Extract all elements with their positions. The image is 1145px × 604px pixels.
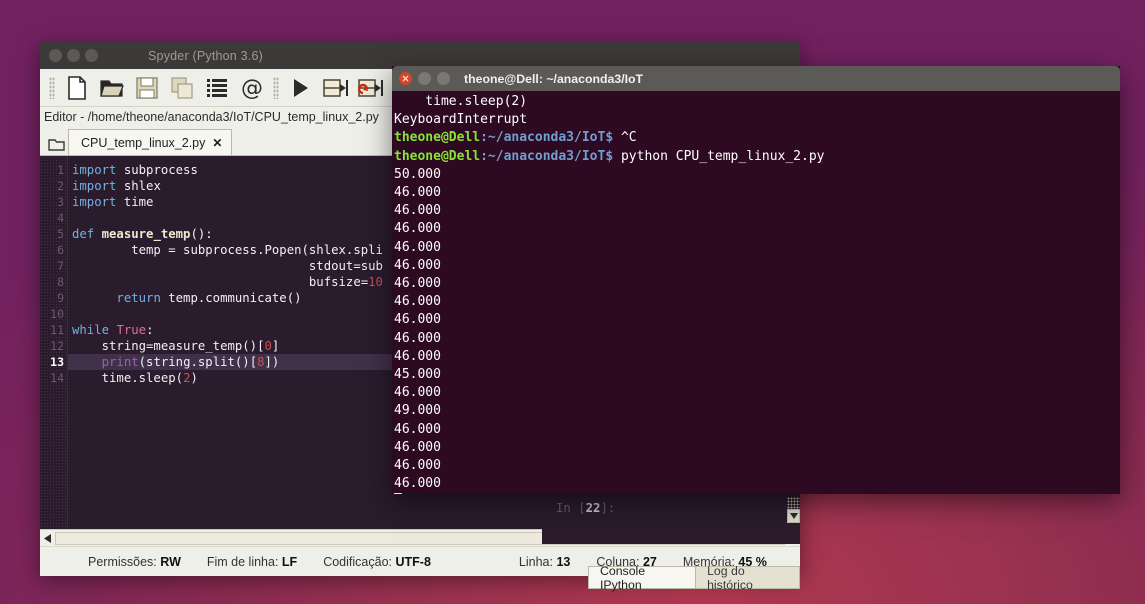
line-number: 9 — [57, 291, 64, 305]
tab-console-ipython[interactable]: Console IPython — [588, 563, 697, 592]
status-permissions-value: RW — [160, 554, 181, 569]
status-line-value: 13 — [556, 554, 571, 569]
status-encoding-label: Codificação: — [323, 554, 392, 569]
terminal-output-line: 49.000 — [394, 403, 441, 419]
save-file-icon[interactable] — [130, 72, 163, 104]
status-eol: Fim de linha: LF — [207, 555, 297, 569]
status-permissions: Permissões: RW — [88, 555, 181, 569]
toolbar-grip-icon[interactable] — [49, 76, 55, 99]
console-input-prompt: In [22]: — [542, 497, 800, 515]
line-number: 3 — [57, 195, 64, 209]
status-permissions-label: Permissões: — [88, 554, 157, 569]
status-eol-value: LF — [281, 554, 298, 569]
terminal-output-line: KeyboardInterrupt — [394, 112, 528, 128]
ipython-console-panel[interactable]: In [22]: — [542, 497, 800, 544]
tab-console-ipython-label: Console IPython — [600, 563, 646, 592]
line-number: 11 — [50, 323, 64, 337]
scroll-down-icon[interactable] — [787, 509, 800, 523]
terminal-output-line: time.sleep(2) — [394, 94, 528, 109]
find-in-files-icon[interactable]: @ — [235, 72, 268, 104]
line-number: 1 — [57, 163, 64, 177]
minimize-button[interactable] — [418, 72, 431, 85]
terminal-output-line: 46.000 — [394, 239, 441, 255]
spyder-window-title: Spyder (Python 3.6) — [148, 48, 263, 63]
console-prompt-suffix: ]: — [600, 501, 616, 515]
console-prompt-number: 22 — [585, 501, 601, 515]
svg-text:@: @ — [241, 76, 263, 100]
run-file-icon[interactable] — [284, 72, 317, 104]
terminal-output-line: 46.000 — [394, 294, 441, 310]
line-number: 10 — [50, 307, 64, 321]
terminal-output-line: 50.000 — [394, 166, 441, 182]
editor-tab-cpu-temp[interactable]: CPU_temp_linux_2.py ✕ — [68, 129, 233, 155]
browse-tabs-icon[interactable] — [44, 133, 68, 155]
terminal-output-line: 46.000 — [394, 330, 441, 346]
close-button[interactable] — [399, 72, 412, 85]
editor-tab-label: CPU_temp_linux_2.py — [81, 135, 206, 150]
terminal-output-line: 46.000 — [394, 203, 441, 219]
terminal-prompt-line: theone@Dell:~/anaconda3/IoT$ python CPU_… — [394, 148, 825, 164]
terminal-output-line: 46.000 — [394, 312, 441, 328]
terminal-cursor — [394, 493, 1120, 494]
terminal-output-line: 46.000 — [394, 276, 441, 292]
line-number: 12 — [50, 339, 64, 353]
spyder-titlebar[interactable]: Spyder (Python 3.6) — [40, 42, 800, 69]
terminal-titlebar[interactable]: theone@Dell: ~/anaconda3/IoT — [392, 66, 1120, 91]
console-tabbar: Console IPython Log do histórico — [588, 563, 800, 592]
console-scroll-grip-icon[interactable] — [787, 497, 800, 509]
line-number: 6 — [57, 243, 64, 257]
open-file-icon[interactable] — [95, 72, 128, 104]
save-all-icon[interactable] — [165, 72, 198, 104]
terminal-output-line: 46.000 — [394, 476, 441, 492]
status-line-label: Linha: — [518, 554, 553, 569]
maximize-button[interactable] — [437, 72, 450, 85]
console-output-area[interactable]: In [22]: — [542, 497, 800, 544]
line-number: 4 — [57, 211, 64, 225]
status-encoding-value: UTF-8 — [395, 554, 431, 569]
status-line: Linha: 13 — [519, 555, 570, 569]
line-number: 14 — [50, 371, 64, 385]
line-number: 8 — [57, 275, 64, 289]
status-encoding: Codificação: UTF-8 — [323, 555, 431, 569]
terminal-output-line: 46.000 — [394, 385, 441, 401]
new-file-icon[interactable] — [60, 72, 93, 104]
tab-history-log[interactable]: Log do histórico — [696, 563, 800, 592]
terminal-window-title: theone@Dell: ~/anaconda3/IoT — [464, 71, 644, 86]
terminal-output-line: 45.000 — [394, 367, 441, 383]
scroll-left-icon[interactable] — [40, 530, 55, 546]
terminal-prompt-line: theone@Dell:~/anaconda3/IoT$ ^C — [394, 130, 637, 146]
line-number-gutter: 1 2 3 4 5 6 7 8 9 10 11 12 13 14 — [40, 156, 68, 529]
run-cell-icon[interactable] — [319, 72, 352, 104]
close-icon[interactable]: ✕ — [212, 136, 222, 150]
line-number: 5 — [57, 227, 64, 241]
line-number: 2 — [57, 179, 64, 193]
console-prompt-prefix: In [ — [556, 501, 586, 515]
terminal-output-line: 46.000 — [394, 458, 441, 474]
terminal-output-line: 46.000 — [394, 421, 441, 437]
preferences-icon[interactable] — [200, 72, 233, 104]
terminal-output-line: 46.000 — [394, 221, 441, 237]
desktop: Spyder (Python 3.6) @ Editor - /home/the… — [0, 0, 1145, 604]
line-number: 13 — [50, 355, 64, 369]
terminal-window: theone@Dell: ~/anaconda3/IoT time.sleep(… — [392, 66, 1120, 494]
terminal-output-line: 46.000 — [394, 439, 441, 455]
toolbar-grip-2-icon[interactable] — [273, 76, 279, 99]
tab-history-log-label: Log do histórico — [707, 563, 753, 592]
terminal-output-line: 46.000 — [394, 185, 441, 201]
line-number: 7 — [57, 259, 64, 273]
terminal-output-line: 46.000 — [394, 257, 441, 273]
run-cell-advance-icon[interactable] — [354, 72, 387, 104]
status-eol-label: Fim de linha: — [206, 554, 279, 569]
terminal-output-line: 46.000 — [394, 348, 441, 364]
terminal-output[interactable]: time.sleep(2) KeyboardInterrupt theone@Del… — [392, 91, 1120, 494]
